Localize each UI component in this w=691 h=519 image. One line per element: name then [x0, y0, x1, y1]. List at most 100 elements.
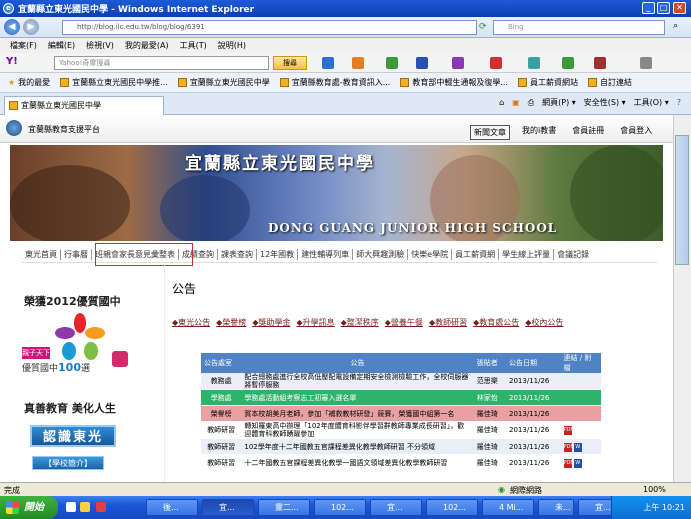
close-button[interactable]: ✕ — [673, 2, 686, 14]
menu-help[interactable]: 說明(H) — [218, 40, 246, 51]
feeds-icon[interactable]: ▣ — [512, 98, 520, 107]
facebook-icon[interactable] — [416, 57, 428, 69]
command-safety[interactable]: 安全性(S) ▾ — [584, 97, 626, 108]
print-icon[interactable]: ⎙ — [528, 98, 534, 108]
row-subject-link[interactable]: 十二年國教五官課程差異化教學一國語文領域差異化教學教師研習 — [241, 454, 474, 471]
nav-calendar[interactable]: 行事曆 — [61, 249, 92, 260]
category-link[interactable]: ◆教師研習 — [429, 317, 467, 328]
quicklaunch-icon[interactable] — [66, 502, 76, 512]
clock[interactable]: 上午 10:21 — [643, 503, 685, 512]
forward-button[interactable]: ▶ — [23, 19, 39, 35]
scrollbar-thumb[interactable] — [675, 135, 689, 265]
school-intro-button[interactable]: 【學校簡介】 — [32, 456, 104, 470]
menu-view[interactable]: 檢視(V) — [86, 40, 114, 51]
nav-interest-test[interactable]: 師大興趣測驗 — [353, 249, 409, 260]
home-icon[interactable]: ⌂ — [499, 98, 504, 107]
nav-home[interactable]: 東光首頁 — [22, 249, 61, 260]
fav-item-3[interactable]: 宜蘭縣教育處-教育資訊入... — [277, 77, 394, 88]
pdf-icon[interactable]: PDF — [563, 442, 573, 452]
menu-favorites[interactable]: 我的最愛(A) — [125, 40, 169, 51]
news-icon[interactable] — [352, 57, 364, 69]
row-subject-link[interactable]: 配合總務處進行全校高低壓配電設備定期安全檢測檢驗工作，全校伺服器將暫停服務 — [241, 373, 474, 390]
shopping-icon[interactable] — [386, 57, 398, 69]
help-icon[interactable]: ? — [677, 98, 681, 107]
category-link[interactable]: ◆榮譽榜 — [216, 317, 246, 328]
platform-title[interactable]: 宜蘭縣教育支援平台 — [28, 124, 100, 135]
nav-online-test[interactable]: 學生線上評量 — [499, 249, 555, 260]
tab-active[interactable]: 宜蘭縣立東光國民中學 — [4, 96, 164, 115]
taskbar-item[interactable]: 宜... — [578, 499, 612, 516]
row-subject-link[interactable]: 賀本校胡美月老師，參加「補救教材研發」競賽，榮獲國中組第一名 — [241, 405, 474, 422]
favorites-button[interactable]: ★ 我的最愛 — [5, 77, 53, 88]
yahoo-search-button[interactable]: 搜尋 — [273, 56, 307, 70]
menu-tools[interactable]: 工具(T) — [180, 40, 207, 51]
zoom-level[interactable]: 100% — [643, 485, 666, 494]
command-page[interactable]: 網頁(P) ▾ — [542, 97, 576, 108]
start-button[interactable]: 開始 — [0, 496, 58, 519]
table-row: 教師研習 十二年國教五官課程差異化教學一國語文領域差異化教學教師研習 羅佳琦 2… — [201, 454, 601, 471]
music-icon[interactable] — [594, 57, 606, 69]
category-link[interactable]: ◆校內公告 — [525, 317, 563, 328]
command-tools[interactable]: 工具(O) ▾ — [634, 97, 669, 108]
category-link[interactable]: ◆教育處公告 — [473, 317, 519, 328]
row-subject-link[interactable]: 學務處活動組考察志工初審入選名單 — [241, 389, 474, 406]
menu-edit[interactable]: 編輯(E) — [48, 40, 75, 51]
fav-item-4[interactable]: 教育部中輟生通報及復學... — [397, 77, 511, 88]
maximize-button[interactable]: □ — [657, 2, 670, 14]
row-poster: 羅佳琦 — [473, 405, 507, 422]
refresh-icon[interactable]: ⟳ — [479, 22, 487, 32]
quicklaunch-icon[interactable] — [80, 502, 90, 512]
nav-timetable[interactable]: 課表查詢 — [218, 249, 257, 260]
search-input[interactable]: Bing — [493, 20, 665, 35]
taskbar-item[interactable]: 未... — [538, 499, 574, 516]
taskbar-item[interactable]: 靈二... — [258, 499, 310, 516]
platform-links: 我的i教書 會員註冊 會員登入 — [522, 125, 652, 136]
pdf-icon[interactable]: PDF — [563, 458, 573, 468]
games-icon[interactable] — [452, 57, 464, 69]
mail-icon[interactable] — [322, 57, 334, 69]
word-doc-icon[interactable]: W — [573, 458, 582, 468]
video-icon[interactable] — [490, 57, 502, 69]
word-doc-icon[interactable]: W — [573, 442, 582, 452]
new-post-button[interactable]: 新聞文章 — [470, 125, 510, 140]
yahoo-search-input[interactable]: Yahoo!奇摩搜尋 — [54, 56, 269, 70]
quicklaunch-icon[interactable] — [96, 502, 106, 512]
fav-item-6[interactable]: 自訂連結 — [585, 77, 635, 88]
fav-item-5[interactable]: 員工薪資網站 — [515, 77, 581, 88]
address-input[interactable]: http://blog.ilc.edu.tw/blog/blog/6391 — [62, 20, 477, 35]
category-link[interactable]: ◆東光公告 — [172, 317, 210, 328]
yahoo-logo-icon[interactable]: Y! — [6, 56, 18, 67]
nav-salary[interactable]: 員工薪資網 — [452, 249, 500, 260]
nav-happy-elearning[interactable]: 快樂e學院 — [408, 249, 453, 260]
toolbar-more-icon[interactable] — [640, 57, 652, 69]
back-button[interactable]: ◀ — [4, 19, 20, 35]
login-link[interactable]: 會員登入 — [620, 125, 652, 136]
category-link[interactable]: ◆獎助學金 — [252, 317, 290, 328]
category-link[interactable]: ◆營養午餐 — [385, 317, 423, 328]
nav-guidance[interactable]: 建性輔導列車 — [298, 249, 354, 260]
know-school-button[interactable]: 認識東光 — [30, 425, 116, 447]
taskbar-item[interactable]: 宜... — [202, 499, 254, 516]
menu-file[interactable]: 檔案(F) — [10, 40, 37, 51]
search-icon[interactable]: ⌕ — [673, 21, 678, 31]
taskbar-item[interactable]: 後... — [146, 499, 198, 516]
category-link[interactable]: ◆升學訊息 — [296, 317, 334, 328]
minimize-button[interactable]: _ — [642, 2, 655, 14]
pdf-icon[interactable]: PDF — [563, 426, 573, 435]
finance-icon[interactable] — [562, 57, 574, 69]
taskbar-item[interactable]: 102... — [314, 499, 366, 516]
fav-item-1[interactable]: 宜蘭縣立東光國民中學推... — [57, 77, 171, 88]
row-subject-link[interactable]: 102學年度十二年國教五官課程差異化教學教師研習 不分領域 — [241, 438, 474, 455]
row-subject-link[interactable]: 轉知羅東高中辦理「102年度體育科影伴學習群教師專業成長研習」，歡迎體育科教師踴… — [241, 421, 474, 439]
taskbar-item[interactable]: 4 Mi... — [482, 499, 534, 516]
taskbar-item[interactable]: 102... — [426, 499, 478, 516]
register-link[interactable]: 會員註冊 — [572, 125, 604, 136]
category-link[interactable]: ◆整潔秩序 — [341, 317, 379, 328]
my-blog-link[interactable]: 我的i教書 — [522, 125, 556, 136]
nav-meetings[interactable]: 會議記錄 — [554, 249, 592, 260]
platform-logo-icon[interactable] — [6, 120, 22, 136]
weather-icon[interactable] — [528, 57, 540, 69]
nav-12-year[interactable]: 12年國教 — [257, 249, 299, 260]
taskbar-item[interactable]: 宜... — [370, 499, 422, 516]
fav-item-2[interactable]: 宜蘭縣立東光國民中學 — [175, 77, 273, 88]
